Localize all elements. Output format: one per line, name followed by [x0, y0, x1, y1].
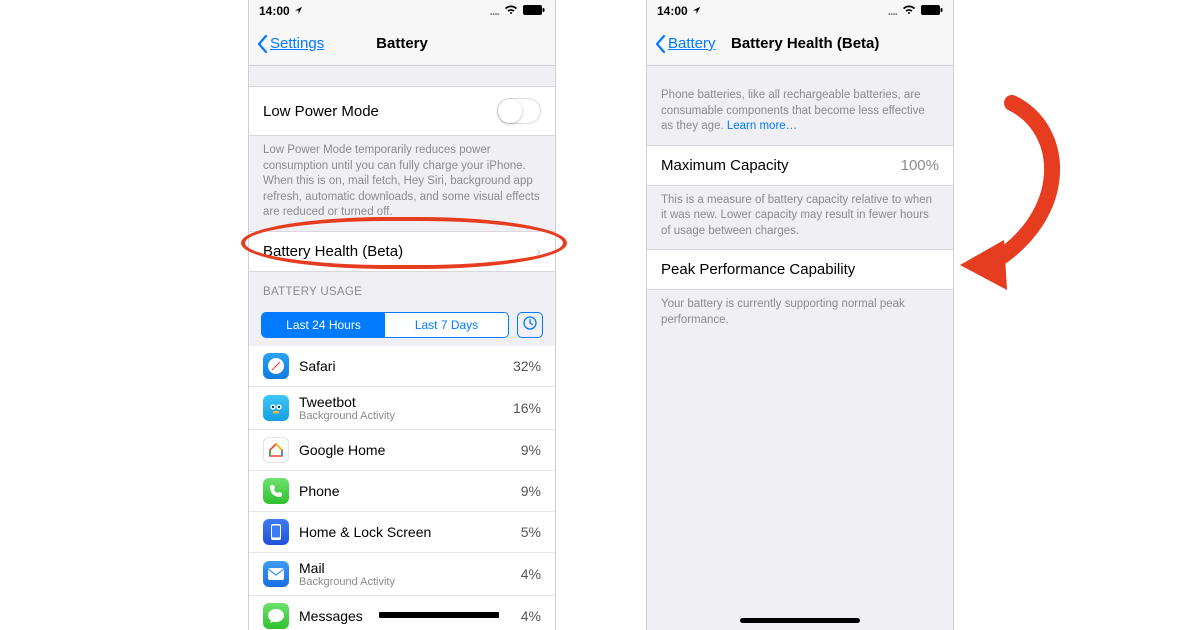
app-percent: 16% [513, 400, 541, 416]
wifi-icon [504, 4, 518, 18]
app-percent: 5% [521, 524, 541, 540]
app-row-googlehome[interactable]: Google Home 9% [249, 430, 555, 471]
messages-icon [263, 603, 289, 629]
low-power-mode-toggle[interactable] [497, 98, 541, 124]
segment-last-24h[interactable]: Last 24 Hours [262, 313, 385, 337]
max-capacity-label: Maximum Capacity [661, 157, 789, 174]
app-percent: 4% [521, 566, 541, 582]
clock-icon [523, 316, 537, 333]
app-name: Phone [299, 483, 511, 499]
status-time: 14:00 [259, 4, 303, 18]
peak-performance-label: Peak Performance Capability [661, 261, 855, 278]
cellular-dots-icon: .... [888, 4, 897, 18]
status-time-text: 14:00 [657, 4, 688, 18]
app-sub: Background Activity [299, 410, 503, 422]
app-sub: Background Activity [299, 576, 511, 588]
mail-icon [263, 561, 289, 587]
battery-health-label: Battery Health (Beta) [263, 243, 403, 260]
nav-bar: Battery Battery Health (Beta) [647, 22, 953, 66]
app-name: Tweetbot [299, 394, 503, 410]
status-time-text: 14:00 [259, 4, 290, 18]
back-label: Settings [270, 35, 324, 52]
app-row-safari[interactable]: Safari 32% [249, 346, 555, 387]
peak-performance-desc: Your battery is currently supporting nor… [647, 290, 953, 338]
back-button[interactable]: Settings [257, 35, 324, 53]
safari-icon [263, 353, 289, 379]
annotation-arrow [952, 95, 1082, 295]
max-capacity-desc: This is a measure of battery capacity re… [647, 186, 953, 250]
googlehome-icon [263, 437, 289, 463]
learn-more-link[interactable]: Learn more… [727, 120, 797, 132]
battery-health-screen: 14:00 .... Battery Battery Health (Beta)… [646, 0, 954, 630]
peak-performance-row: Peak Performance Capability [647, 249, 953, 290]
nav-bar: Settings Battery [249, 22, 555, 66]
back-button[interactable]: Battery [655, 35, 716, 53]
battery-settings-screen: 14:00 .... Settings Battery Low Power Mo… [248, 0, 556, 630]
app-name: Safari [299, 358, 503, 374]
app-percent: 9% [521, 442, 541, 458]
app-row-tweetbot[interactable]: TweetbotBackground Activity 16% [249, 387, 555, 430]
max-capacity-row: Maximum Capacity 100% [647, 145, 953, 186]
segment-last-7d[interactable]: Last 7 Days [385, 313, 508, 337]
location-icon [294, 4, 303, 18]
usage-segment-row: Last 24 Hours Last 7 Days [249, 304, 555, 346]
wifi-icon [902, 4, 916, 18]
clock-button[interactable] [517, 312, 543, 338]
chevron-right-icon: › [536, 243, 541, 260]
home-indicator[interactable] [740, 618, 860, 623]
app-name: Mail [299, 560, 511, 576]
max-capacity-value: 100% [901, 157, 939, 174]
app-percent: 9% [521, 483, 541, 499]
app-percent: 32% [513, 358, 541, 374]
app-row-mail[interactable]: MailBackground Activity 4% [249, 553, 555, 596]
app-row-homelock[interactable]: Home & Lock Screen 5% [249, 512, 555, 553]
status-bar: 14:00 .... [647, 0, 953, 22]
back-label: Battery [668, 35, 716, 52]
battery-health-row[interactable]: Battery Health (Beta) › [249, 231, 555, 272]
app-name: Home & Lock Screen [299, 524, 511, 540]
battery-usage-header: BATTERY USAGE [249, 272, 555, 304]
tweetbot-icon [263, 395, 289, 421]
battery-icon [523, 4, 545, 18]
location-icon [692, 4, 701, 18]
home-lock-icon [263, 519, 289, 545]
intro-text: Phone batteries, like all rechargeable b… [647, 66, 953, 145]
usage-segmented-control[interactable]: Last 24 Hours Last 7 Days [261, 312, 509, 338]
low-power-mode-row: Low Power Mode [249, 86, 555, 136]
battery-icon [921, 4, 943, 18]
app-name: Google Home [299, 442, 511, 458]
low-power-mode-desc: Low Power Mode temporarily reduces power… [249, 136, 555, 231]
cellular-dots-icon: .... [490, 4, 499, 18]
low-power-mode-label: Low Power Mode [263, 103, 379, 120]
redaction-bar [379, 612, 499, 618]
status-bar: 14:00 .... [249, 0, 555, 22]
app-row-phone[interactable]: Phone 9% [249, 471, 555, 512]
app-percent: 4% [521, 608, 541, 624]
phone-icon [263, 478, 289, 504]
